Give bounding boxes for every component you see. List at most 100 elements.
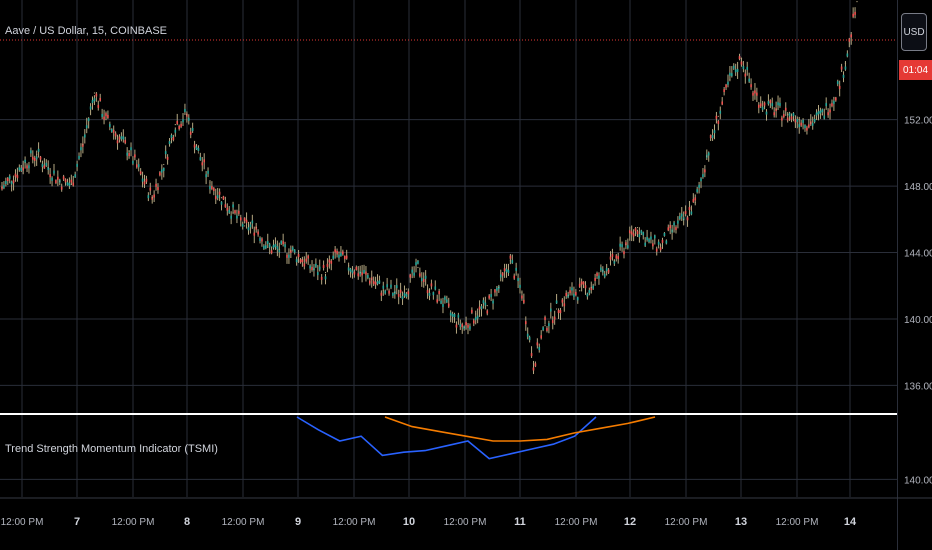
candle-body [615,255,618,259]
currency-button[interactable]: USD [901,13,927,51]
candle-body [118,136,121,140]
candle-body [91,100,94,104]
candle-body [575,292,577,296]
candle-body [257,231,259,235]
candle-body [763,102,766,106]
candle-body [120,136,123,140]
candle-body [432,292,435,296]
candle-body [18,167,21,171]
candle-body [796,118,799,122]
candle-body [340,253,342,257]
price-point [555,308,558,310]
candle-body [342,251,344,255]
candle-body [490,294,492,298]
price-point [567,295,569,297]
candle-body [72,182,75,186]
candle-body [428,292,431,296]
candle-body [582,281,585,285]
candle-body [374,281,377,285]
candle-body [259,237,261,241]
candle-body [220,201,223,205]
candle-body [76,163,78,167]
candle-body [561,299,564,303]
candle-body [727,81,729,85]
candle-body [542,327,544,331]
candle-body [367,275,369,279]
price-point [775,109,777,111]
time-axis-tick: 10 [403,516,415,528]
candle-body [788,113,791,117]
chart-stage[interactable]: 152.00 148.00 144.00 140.00 136.00 140.00 12:0… [0,0,932,550]
candle-body [320,276,323,280]
candle-body [563,303,566,307]
price-point [417,266,419,269]
candle-body [35,156,38,160]
candle-body [80,147,82,151]
price-point [186,114,188,116]
candle-body [419,273,421,277]
candle-body [105,113,107,117]
candle-body [538,347,541,351]
candle-body [334,249,336,253]
candle-body [472,320,475,324]
candle-body [729,72,731,76]
candle-body [694,197,697,201]
candle-body [665,240,668,244]
candle-body [249,224,252,228]
candle-body [222,196,225,200]
candle-body [392,292,394,296]
candle-body [742,66,745,70]
candle-body [168,141,171,145]
candle-body [752,92,754,96]
candle-body [761,106,764,110]
price-point [12,175,15,177]
candle-body [700,178,702,182]
candle-body [155,183,157,187]
candle-body [559,310,562,314]
candle-body [719,110,722,114]
candle-body [702,174,704,178]
candle-body [808,124,810,128]
candle-body [754,90,756,94]
candle-body [592,285,594,289]
candle-body [16,175,19,179]
candle-body [234,210,236,214]
candle-body [794,119,797,123]
time-axis-tick: 11 [514,516,526,528]
chart-canvas[interactable]: 152.00 148.00 144.00 140.00 136.00 140.00 12:0… [0,0,932,550]
price-point [613,260,615,262]
candle-body [511,260,514,264]
candle-body [777,102,779,106]
candle-body [87,118,90,122]
candle-body [644,242,646,246]
candle-body [110,128,113,132]
candle-body [684,210,687,214]
candle-body [49,174,51,178]
price-point [648,241,650,244]
candle-body [107,114,109,118]
candle-body [509,255,512,259]
price-point [371,278,373,280]
candle-body [546,327,548,331]
price-point [717,115,719,117]
candle-body [655,248,658,252]
time-axis-tick: 12:00 PM [555,517,598,528]
candle-body [465,322,467,326]
candle-body [89,106,92,110]
candle-body [505,268,508,272]
candle-body [164,151,167,155]
price-point [844,62,847,64]
candle-body [596,273,598,277]
candle-body [723,89,725,93]
candle-body [709,135,712,139]
candle-body [303,263,306,267]
candle-body [388,290,390,294]
price-point [810,122,812,124]
candle-body [474,317,477,321]
price-point [521,291,523,293]
candle-body [134,154,136,158]
candle-body [565,292,568,296]
candle-body [28,165,30,169]
candle-body [521,295,523,299]
candle-body [101,113,103,117]
